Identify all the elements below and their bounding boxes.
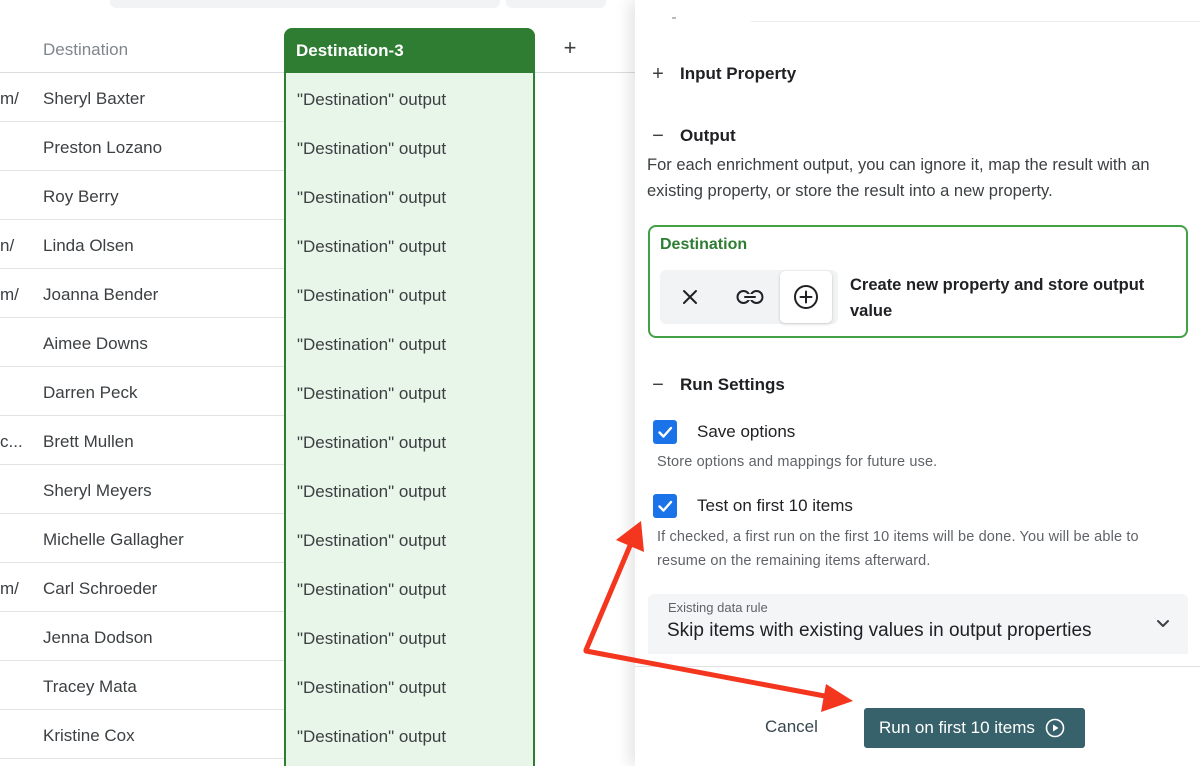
destination-3-output-cell[interactable]: "Destination" output xyxy=(297,580,446,600)
link-icon xyxy=(736,290,764,304)
play-circle-icon xyxy=(1045,718,1065,738)
chevron-down-icon xyxy=(1157,620,1169,627)
url-cell-truncated: n/ xyxy=(0,236,15,255)
add-column-button[interactable]: + xyxy=(558,36,582,60)
destination-3-output-cell[interactable]: "Destination" output xyxy=(297,727,446,747)
destination-cell[interactable]: Joanna Bender xyxy=(43,285,158,305)
mapping-card-title: Destination xyxy=(660,236,748,253)
run-button-label: Run on first 10 items xyxy=(879,718,1035,737)
table-row[interactable]: Tracey Mata "Destination" output xyxy=(0,661,635,710)
table-row[interactable]: Jenna Dodson "Destination" output xyxy=(0,612,635,661)
destination-3-output-cell[interactable]: "Destination" output xyxy=(297,237,446,257)
table-row[interactable]: m/Sheryl Baxter "Destination" output xyxy=(0,73,635,122)
destination-3-output-cell[interactable]: "Destination" output xyxy=(297,286,446,306)
table-row[interactable]: m/Joanna Bender "Destination" output xyxy=(0,269,635,318)
run-first-items-button[interactable]: Run on first 10 items xyxy=(864,708,1085,748)
destination-3-output-cell[interactable]: "Destination" output xyxy=(297,482,446,502)
table-row[interactable]: n/Linda Olsen "Destination" output xyxy=(0,220,635,269)
destination-3-output-cell[interactable]: "Destination" output xyxy=(297,139,446,159)
collapse-icon: − xyxy=(652,374,664,396)
panel-footer: Cancel Run on first 10 items xyxy=(635,666,1200,766)
destination-cell[interactable]: Carl Schroeder xyxy=(43,579,157,599)
destination-cell[interactable]: Aimee Downs xyxy=(43,334,148,354)
toolbar-button-stub xyxy=(506,0,606,8)
destination-mapping-card: Destination Create new property and stor… xyxy=(648,225,1188,338)
expand-icon: + xyxy=(652,63,664,85)
destination-cell[interactable]: Preston Lozano xyxy=(43,138,162,158)
table-row[interactable]: Roy Berry "Destination" output xyxy=(0,171,635,220)
destination-3-output-cell[interactable]: "Destination" output xyxy=(297,188,446,208)
checkmark-icon xyxy=(658,426,673,438)
destination-cell[interactable]: Linda Olsen xyxy=(43,236,134,256)
table-row[interactable]: Sheryl Meyers "Destination" output xyxy=(0,465,635,514)
map-existing-property-button[interactable] xyxy=(720,270,780,324)
test-first-items-checkbox[interactable] xyxy=(653,494,677,518)
section-output[interactable]: − Output xyxy=(650,126,736,146)
save-options-label[interactable]: Save options xyxy=(697,422,795,442)
section-run-settings[interactable]: − Run Settings xyxy=(650,375,785,395)
ignore-output-button[interactable] xyxy=(660,270,720,324)
existing-data-rule-select[interactable]: Existing data rule Skip items with exist… xyxy=(648,594,1188,654)
selected-mode-label: Create new property and store output val… xyxy=(850,276,1145,320)
section-input-property[interactable]: + Input Property xyxy=(650,64,796,84)
destination-cell[interactable]: Kristine Cox xyxy=(43,726,135,746)
destination-cell[interactable]: Jenna Dodson xyxy=(43,628,153,648)
table-row[interactable]: Kristine Cox "Destination" output xyxy=(0,710,635,759)
section-title: Run Settings xyxy=(680,375,785,394)
destination-3-output-cell[interactable]: "Destination" output xyxy=(297,531,446,551)
destination-3-output-cell[interactable]: "Destination" output xyxy=(297,384,446,404)
table-row[interactable]: Darren Peck "Destination" output xyxy=(0,367,635,416)
save-options-help-text: Store options and mappings for future us… xyxy=(657,454,938,470)
existing-data-rule-label: Existing data rule xyxy=(668,600,768,615)
test-first-items-label[interactable]: Test on first 10 items xyxy=(697,496,853,516)
column-header-destination[interactable]: Destination xyxy=(43,40,128,60)
destination-3-output-cell[interactable]: "Destination" output xyxy=(297,335,446,355)
table-row[interactable]: Preston Lozano "Destination" output xyxy=(0,122,635,171)
panel-top-mark xyxy=(672,17,676,19)
cancel-button[interactable]: Cancel xyxy=(765,717,818,737)
panel-divider xyxy=(751,21,1200,22)
test-first-items-help-text: If checked, a first run on the first 10 … xyxy=(657,529,1139,569)
table-body: m/Sheryl Baxter "Destination" output Prest… xyxy=(0,73,635,759)
destination-cell[interactable]: Brett Mullen xyxy=(43,432,134,452)
table-row[interactable]: c... Brett Mullen "Destination" output xyxy=(0,416,635,465)
destination-cell[interactable]: Tracey Mata xyxy=(43,677,137,697)
close-icon xyxy=(683,290,697,304)
save-options-checkbox[interactable] xyxy=(653,420,677,444)
section-title: Output xyxy=(680,126,736,145)
toolbar-search-stub xyxy=(110,0,500,8)
data-table: Destination Destination-3 + m/Sheryl Bax… xyxy=(0,0,635,766)
destination-cell[interactable]: Roy Berry xyxy=(43,187,119,207)
create-new-property-button[interactable] xyxy=(780,271,832,323)
existing-data-rule-value: Skip items with existing values in outpu… xyxy=(667,620,1092,641)
table-header: Destination Destination-3 + xyxy=(0,28,635,73)
checkmark-icon xyxy=(658,500,673,512)
url-cell-truncated: c... xyxy=(0,432,23,451)
add-circle-icon xyxy=(794,285,818,309)
table-row[interactable]: m/Carl Schroeder "Destination" output xyxy=(0,563,635,612)
url-cell-truncated: m/ xyxy=(0,89,19,108)
destination-cell[interactable]: Sheryl Baxter xyxy=(43,89,145,109)
destination-3-output-cell[interactable]: "Destination" output xyxy=(297,678,446,698)
column-header-destination-3[interactable]: Destination-3 xyxy=(284,28,535,73)
destination-3-output-cell[interactable]: "Destination" output xyxy=(297,433,446,453)
destination-cell[interactable]: Sheryl Meyers xyxy=(43,481,152,501)
mapping-mode-toggle-group xyxy=(660,270,838,324)
destination-cell[interactable]: Michelle Gallagher xyxy=(43,530,184,550)
table-row[interactable]: Aimee Downs "Destination" output xyxy=(0,318,635,367)
table-row[interactable]: Michelle Gallagher "Destination" output xyxy=(0,514,635,563)
enrichment-side-panel: + Input Property − Output For each enric… xyxy=(635,0,1200,766)
collapse-icon: − xyxy=(652,125,664,147)
url-cell-truncated: m/ xyxy=(0,285,19,304)
destination-3-output-cell[interactable]: "Destination" output xyxy=(297,629,446,649)
row-divider xyxy=(0,758,284,759)
destination-3-output-cell[interactable]: "Destination" output xyxy=(297,90,446,110)
destination-cell[interactable]: Darren Peck xyxy=(43,383,137,403)
section-title: Input Property xyxy=(680,64,797,83)
output-description: For each enrichment output, you can igno… xyxy=(647,156,1150,200)
url-cell-truncated: m/ xyxy=(0,579,19,598)
